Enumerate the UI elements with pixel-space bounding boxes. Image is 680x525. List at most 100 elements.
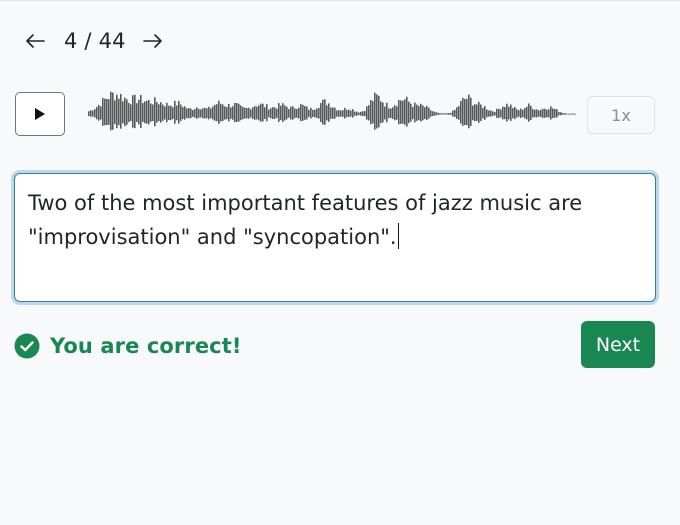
play-button[interactable] [15,92,65,136]
waveform-bar [454,109,456,118]
waveform-bar [302,104,304,121]
waveform-bar [112,92,114,130]
waveform-bar [364,111,366,117]
arrow-right-icon[interactable] [140,26,166,56]
waveform-bar [162,104,164,121]
waveform-bar [266,104,268,122]
waveform-bar [152,104,154,122]
playback-speed-button[interactable]: 1x [587,96,655,134]
waveform-bar [464,98,466,126]
waveform-bar [510,104,512,121]
waveform-bar [498,108,500,118]
waveform-bar [102,97,104,126]
waveform-bar [128,102,130,123]
waveform-bar [508,106,510,120]
waveform-bar [324,99,326,125]
waveform-bar [252,107,254,120]
audio-waveform[interactable] [86,76,578,136]
waveform-bar [466,98,468,126]
waveform-bar [432,111,434,117]
waveform-bar [346,109,348,118]
waveform-bar [144,101,146,124]
waveform-bar [450,112,452,115]
waveform-bar [496,108,498,118]
waveform-bar [362,111,364,117]
waveform-bar [540,109,542,118]
waveform-bar [412,106,414,120]
waveform-bar [110,91,112,131]
waveform-bar [310,107,312,119]
waveform-bar [564,113,566,115]
waveform-bar [256,106,258,120]
waveform-bar [178,100,180,124]
waveform-bar [300,104,302,122]
waveform-bar [422,105,424,121]
waveform-bar [216,104,218,122]
waveform-bar [270,108,272,119]
waveform-bar [292,106,294,120]
play-icon [35,108,45,120]
waveform-bar [156,102,158,123]
waveform-bar [160,102,162,123]
waveform-bar [280,105,282,121]
waveform-bar [92,110,94,117]
waveform-bar [108,99,110,125]
waveform-bar [398,99,400,125]
waveform-bar [282,103,284,122]
waveform-bar [90,110,92,117]
waveform-bar [424,107,426,119]
waveform-bar [344,107,346,119]
waveform-bar [196,107,198,119]
waveform-bar [238,103,240,122]
waveform-bar [462,97,464,126]
next-button[interactable]: Next [581,321,655,368]
waveform-bar [228,103,230,122]
waveform-bar [232,106,234,120]
waveform-bar [304,106,306,120]
waveform-bar [436,112,438,116]
waveform-bar [154,97,156,127]
waveform-bar [120,93,122,129]
waveform-bar [146,100,148,124]
waveform-bar [180,104,182,121]
waveform-bar [210,108,212,119]
waveform-bar [566,113,568,115]
waveform-bar [516,109,518,118]
waveform-bar [100,106,102,120]
arrow-left-icon[interactable] [22,26,48,56]
waveform-bar [392,107,394,119]
waveform-bar [490,110,492,117]
waveform-bar [130,104,132,122]
waveform-bar [470,97,472,126]
answer-input[interactable]: Two of the most important features of ja… [14,173,656,302]
waveform-bar [368,105,370,121]
waveform-bar [544,108,546,118]
waveform-bar [478,101,480,123]
waveform-bar [220,103,222,122]
waveform-bar [274,107,276,119]
waveform-bar [314,109,316,118]
waveform-bar [440,113,442,115]
result-message: You are correct! [50,334,242,358]
waveform-bar [370,100,372,125]
waveform-bar [150,103,152,122]
waveform-bar [212,106,214,120]
waveform-bar [182,107,184,120]
waveform-bar [340,110,342,117]
waveform-bar [168,105,170,121]
waveform-bar [308,109,310,118]
waveform-bar [218,100,220,124]
waveform-bar [222,104,224,121]
waveform-bar [486,109,488,118]
waveform-bar [376,94,378,129]
waveform-bar [258,105,260,121]
waveform-bar [246,107,248,119]
waveform-bar [402,100,404,124]
waveform-bar [558,112,560,116]
waveform-bar [264,107,266,119]
waveform-bar [488,110,490,117]
waveform-bar [194,109,196,118]
waveform-bar [106,98,108,126]
waveform-bar [456,107,458,119]
text-caret [397,223,399,249]
